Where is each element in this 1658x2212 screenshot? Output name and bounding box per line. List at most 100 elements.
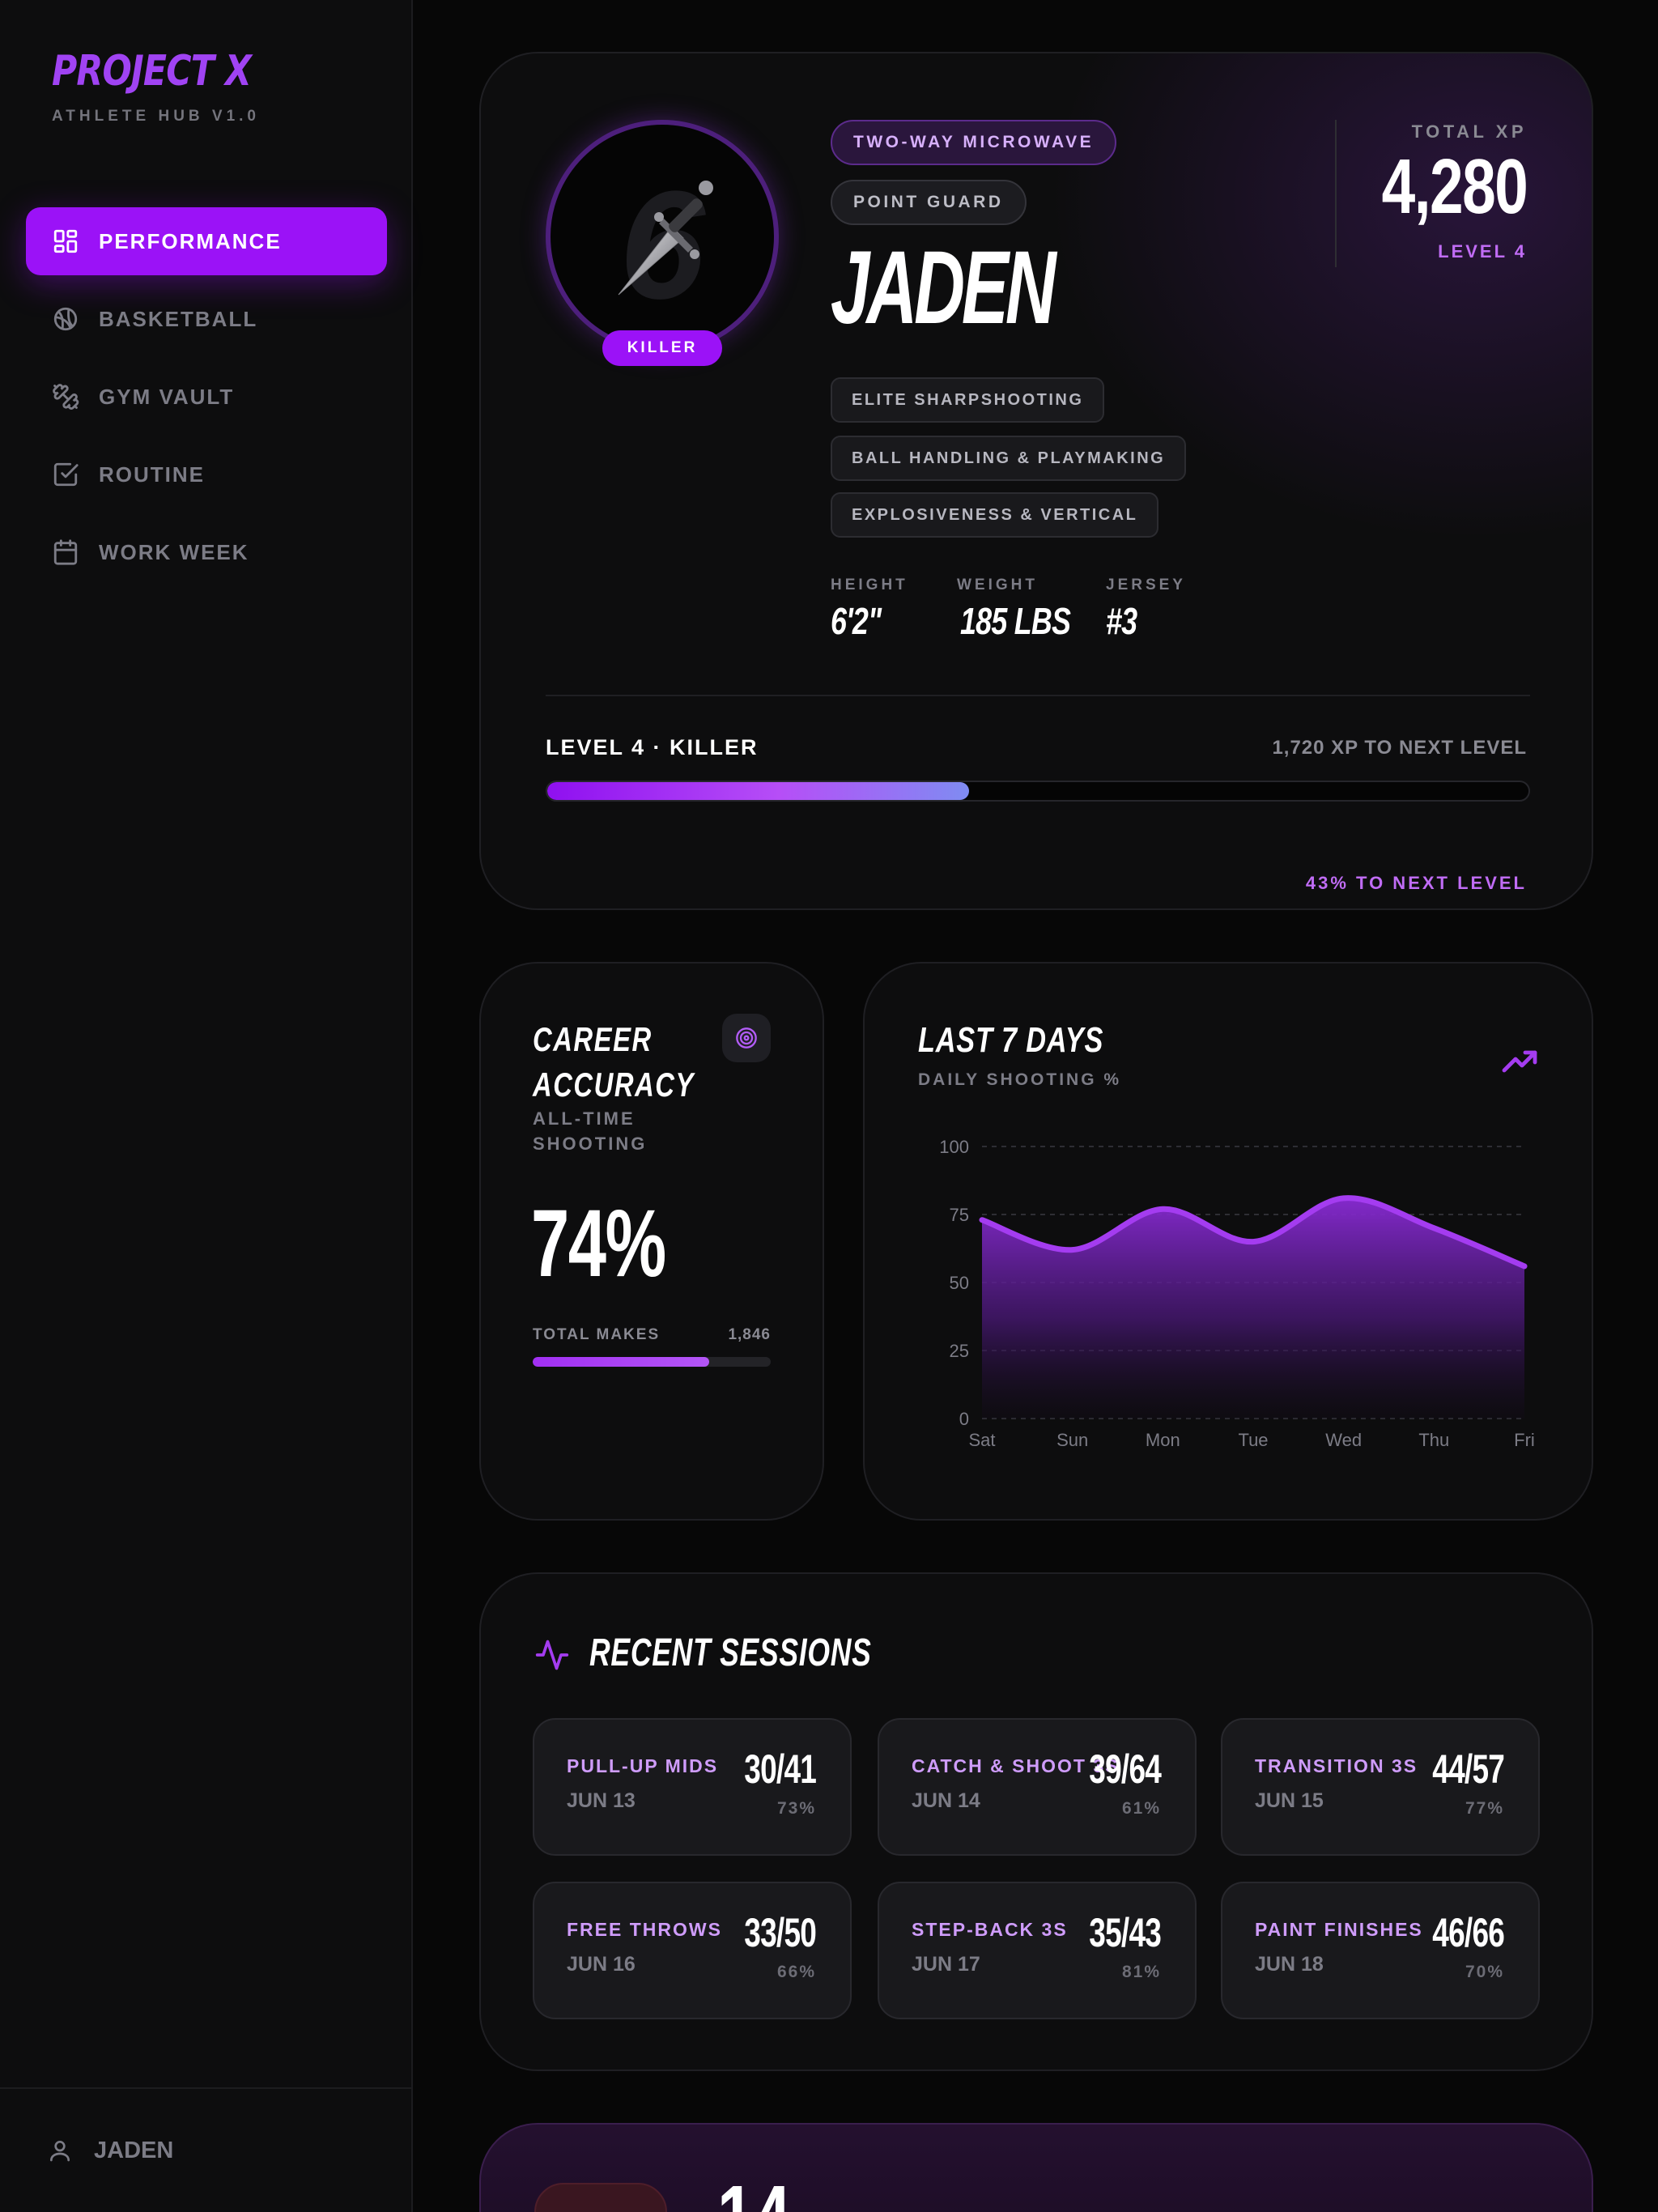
total-makes-label: TOTAL MAKES: [533, 1326, 661, 1343]
activity-icon: [535, 1640, 569, 1670]
divider: [546, 695, 1530, 696]
x-tick-label: Wed: [1325, 1430, 1362, 1450]
session-percent: 73%: [776, 1799, 816, 1818]
session-score: 44/57: [1432, 1746, 1505, 1792]
session-name: STEP-BACK 3S: [912, 1919, 1068, 1940]
jersey-label: JERSEY: [1106, 576, 1186, 593]
x-tick-label: Thu: [1418, 1430, 1449, 1450]
sidebar-item-work-week[interactable]: WORK WEEK: [26, 518, 387, 586]
dagger-icon: [618, 181, 713, 296]
session-card[interactable]: TRANSITION 3S JUN 15 44/57 77%: [1221, 1718, 1540, 1856]
avatar-badge: KILLER: [602, 330, 722, 366]
sidebar-item-label: GYM VAULT: [99, 384, 235, 409]
sidebar-item-label: PERFORMANCE: [99, 228, 282, 253]
session-score: 46/66: [1432, 1910, 1505, 1955]
y-tick-label: 0: [959, 1409, 969, 1429]
streak-badge: [534, 2183, 667, 2212]
total-makes-value: 1,846: [728, 1326, 771, 1343]
sidebar-item-label: WORK WEEK: [99, 539, 249, 564]
session-name: CATCH & SHOOT 3S: [912, 1755, 1120, 1776]
session-card[interactable]: PAINT FINISHES JUN 18 46/66 70%: [1221, 1882, 1540, 2019]
sidebar-item-label: ROUTINE: [99, 462, 205, 487]
session-card[interactable]: PULL-UP MIDS JUN 13 30/41 73%: [533, 1718, 852, 1856]
session-percent: 70%: [1465, 1963, 1504, 1981]
user-name: JADEN: [94, 2137, 174, 2163]
session-card[interactable]: CATCH & SHOOT 3S JUN 14 39/64 61%: [878, 1718, 1197, 1856]
session-card[interactable]: STEP-BACK 3S JUN 17 35/43 81%: [878, 1882, 1197, 2019]
session-date: JUN 14: [912, 1789, 980, 1812]
target-icon: [736, 1027, 757, 1049]
session-name: TRANSITION 3S: [1255, 1755, 1418, 1776]
level-title: LEVEL 4 · KILLER: [546, 735, 759, 759]
xp-to-next-level: 1,720 XP TO NEXT LEVEL: [1272, 737, 1527, 759]
dashboard-icon: [53, 229, 78, 253]
session-score: 30/41: [744, 1746, 817, 1792]
y-tick-label: 25: [950, 1341, 969, 1361]
position-pill: POINT GUARD: [831, 180, 1027, 225]
user-icon: [50, 2141, 70, 2162]
session-percent: 81%: [1121, 1963, 1161, 1981]
archetype-pill: TWO-WAY MICROWAVE: [831, 120, 1117, 165]
x-tick-label: Mon: [1146, 1430, 1180, 1450]
session-percent: 77%: [1465, 1799, 1504, 1818]
profile-card: 6 KILLER TWO-WAY MICROWAVE POINT GUARD J…: [479, 52, 1593, 910]
sidebar: PROJECT X ATHLETE HUB V1.0 PERFORMANCE B…: [0, 0, 413, 2212]
app-subtitle: ATHLETE HUB V1.0: [52, 108, 261, 125]
session-name: FREE THROWS: [567, 1919, 722, 1940]
skill-tag: ELITE SHARPSHOOTING: [831, 377, 1105, 423]
last-7-days-card: 0 25 50 75 100 Sat Sun Mon Tue Wed Thu Fri LAST 7 D…: [863, 962, 1593, 1521]
skill-tag: EXPLOSIVENESS & VERTICAL: [831, 492, 1159, 538]
y-tick-label: 75: [950, 1205, 969, 1225]
session-name: PAINT FINISHES: [1255, 1919, 1423, 1940]
session-date: JUN 16: [567, 1953, 636, 1976]
session-score: 33/50: [744, 1910, 817, 1955]
sidebar-item-routine[interactable]: ROUTINE: [26, 440, 387, 508]
session-percent: 61%: [1121, 1799, 1161, 1818]
sessions-title: RECENT SESSIONS: [589, 1631, 872, 1674]
basketball-icon: [53, 307, 78, 331]
x-tick-label: Sat: [968, 1430, 995, 1450]
height-value: 6'2": [831, 600, 882, 642]
height-label: HEIGHT: [831, 576, 908, 593]
target-button[interactable]: [722, 1014, 771, 1062]
accuracy-subtitle: ALL-TIME SHOOTING: [533, 1108, 648, 1154]
calendar-icon: [53, 539, 78, 565]
y-tick-label: 100: [939, 1137, 969, 1157]
x-tick-label: Fri: [1514, 1430, 1535, 1450]
x-tick-label: Sun: [1056, 1430, 1088, 1450]
avatar: 6: [546, 120, 779, 353]
session-name: PULL-UP MIDS: [567, 1755, 719, 1776]
session-card[interactable]: FREE THROWS JUN 16 33/50 66%: [533, 1882, 852, 2019]
sidebar-item-performance[interactable]: PERFORMANCE: [26, 207, 387, 275]
accuracy-title: CAREER ACCURACY: [533, 1017, 695, 1108]
weight-label: WEIGHT: [957, 576, 1038, 593]
user-profile-link[interactable]: JADEN: [0, 2087, 411, 2212]
sidebar-nav: PERFORMANCE BASKETBALL GYM VAULT ROUTINE…: [26, 207, 387, 596]
level-progress-fill: [547, 782, 970, 800]
session-score: 39/64: [1089, 1746, 1162, 1792]
chart-title: LAST 7 DAYS: [918, 1020, 1104, 1060]
streak-number: 14: [717, 2173, 791, 2212]
level-progress-percent: 43% TO NEXT LEVEL: [1305, 873, 1527, 893]
accuracy-progress-fill: [533, 1357, 709, 1367]
session-date: JUN 13: [567, 1789, 636, 1812]
sidebar-item-basketball[interactable]: BASKETBALL: [26, 285, 387, 353]
level-progress-bar: [546, 781, 1530, 802]
recent-sessions-card: RECENT SESSIONS PULL-UP MIDS JUN 13 30/4…: [479, 1572, 1593, 2071]
y-tick-label: 50: [950, 1273, 969, 1293]
xp-level: LEVEL 4: [1438, 241, 1527, 262]
trending-up-icon: [1502, 1050, 1537, 1073]
accuracy-progress-bar: [533, 1357, 771, 1367]
career-accuracy-card: CAREER ACCURACY ALL-TIME SHOOTING 74% TO…: [479, 962, 824, 1521]
xp-divider: [1335, 120, 1337, 267]
session-date: JUN 18: [1255, 1953, 1324, 1976]
accuracy-title-line1: CAREER: [533, 1020, 653, 1058]
sidebar-item-gym-vault[interactable]: GYM VAULT: [26, 363, 387, 431]
skill-tag: BALL HANDLING & PLAYMAKING: [831, 436, 1187, 481]
accuracy-title-line2: ACCURACY: [533, 1066, 695, 1104]
chart-subtitle: DAILY SHOOTING %: [918, 1070, 1122, 1089]
dumbbell-icon: [53, 384, 79, 410]
x-tick-label: Tue: [1238, 1430, 1268, 1450]
jersey-value: #3: [1106, 600, 1137, 642]
total-xp-label: TOTAL XP: [1411, 121, 1527, 142]
